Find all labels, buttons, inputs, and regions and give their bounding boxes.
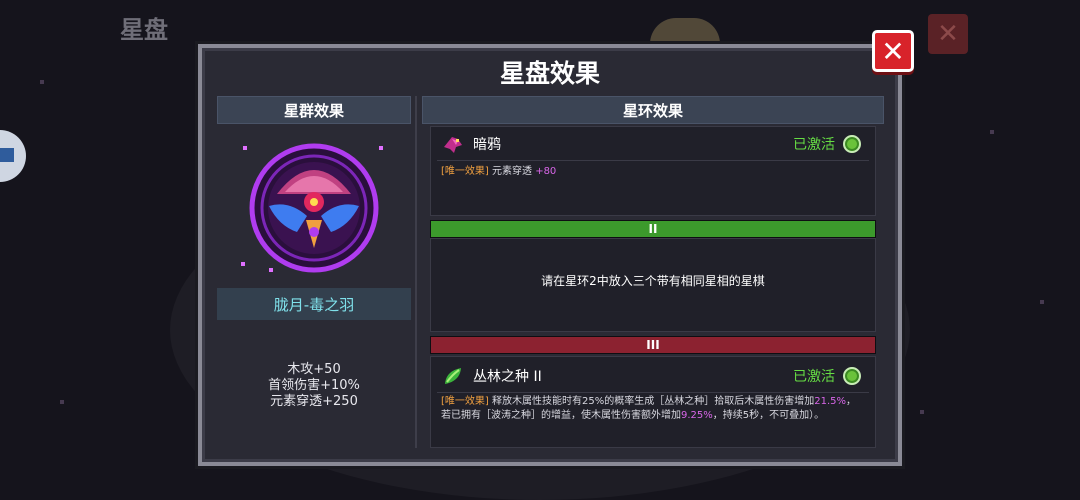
stat-line: 首领伤害+10% <box>268 378 360 393</box>
ring-3-name: 丛林之种 II <box>473 369 542 385</box>
column-divider <box>415 96 417 448</box>
stat-line: 木攻+50 <box>287 362 341 377</box>
ring-3-effect: [唯一效果] 释放木属性技能时有25%的概率生成［丛林之种］拾取后木属性伤害增加… <box>441 395 865 423</box>
unique-effect-tag: [唯一效果] <box>441 166 489 177</box>
close-icon: ✕ <box>881 34 905 68</box>
ring-3-status: 已激活 <box>793 369 835 385</box>
ring-3-block: 丛林之种 II 已激活 [唯一效果] 释放木属性技能时有25%的概率生成［丛林之… <box>430 356 876 448</box>
background-star <box>1040 300 1044 304</box>
background-star <box>40 80 44 84</box>
background-close-button[interactable]: ✕ <box>928 14 968 54</box>
ring-1-row[interactable]: 暗鸦 已激活 <box>431 127 875 161</box>
leaf-icon <box>441 364 465 388</box>
dialog-title: 星盘效果 <box>499 59 600 88</box>
ring-1-status: 已激活 <box>793 137 835 153</box>
side-tab-icon <box>0 148 14 162</box>
cluster-effect-header: 星群效果 <box>217 96 411 124</box>
effect-text: 元素穿透 <box>492 166 532 177</box>
ring-3-row[interactable]: 丛林之种 II 已激活 <box>431 359 875 393</box>
effect-value: 21.5% <box>814 396 847 407</box>
row-divider <box>437 160 869 161</box>
close-button[interactable]: ✕ <box>872 30 914 72</box>
row-divider <box>437 392 869 393</box>
cluster-effect-panel: 星群效果 胧月-毒之羽 木攻+50 首领伤害+10% 元素穿透+250 <box>217 96 411 448</box>
close-icon: ✕ <box>937 19 959 49</box>
unique-effect-tag: [唯一效果] <box>441 396 489 407</box>
effect-value: 9.25% <box>681 410 713 421</box>
background-star <box>990 130 994 134</box>
background-title: 星盘 <box>120 16 168 44</box>
stat-line: 元素穿透+250 <box>270 394 358 409</box>
ring-2-empty-message: 请在星环2中放入三个带有相同星相的星棋 <box>541 274 765 288</box>
crow-constellation-emblem-icon <box>217 136 411 280</box>
ring-1-block: 暗鸦 已激活 [唯一效果] 元素穿透 +80 <box>430 126 876 216</box>
background-star <box>60 400 64 404</box>
constellation-name: 胧月-毒之羽 <box>217 288 411 320</box>
ring-effect-panel: 星环效果 暗鸦 已激活 [唯一效果] 元素穿透 +80 II 请在星环2中放入三… <box>422 96 884 448</box>
active-indicator-icon <box>843 367 861 385</box>
ring-1-effect: [唯一效果] 元素穿透 +80 <box>441 165 865 179</box>
background-star <box>920 410 924 414</box>
background-emblem <box>650 18 720 44</box>
effect-text: 释放木属性技能时有25%的概率生成［丛林之种］拾取后木属性伤害增加 <box>492 396 815 407</box>
ring-2-bar: II <box>430 220 876 238</box>
ring-3-bar: III <box>430 336 876 354</box>
crow-icon <box>441 132 465 156</box>
effect-text: ，持续5秒，不可叠加）。 <box>712 410 825 421</box>
effect-value: +80 <box>535 166 557 177</box>
cluster-stats: 木攻+50 首领伤害+10% 元素穿透+250 <box>217 362 411 410</box>
side-tab[interactable] <box>0 130 26 182</box>
ring-effect-header: 星环效果 <box>422 96 884 124</box>
ring-1-name: 暗鸦 <box>473 137 501 153</box>
active-indicator-icon <box>843 135 861 153</box>
